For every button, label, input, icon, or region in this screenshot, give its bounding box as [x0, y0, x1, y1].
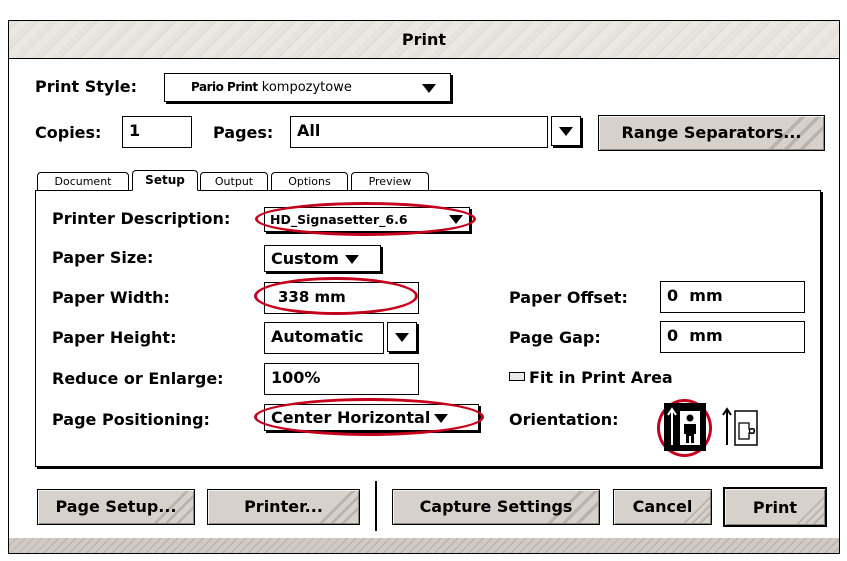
- tab-output[interactable]: Output: [200, 172, 268, 191]
- paper-height-label: Paper Height:: [52, 328, 177, 347]
- dialog-title: Print: [401, 30, 447, 49]
- tab-document[interactable]: Document: [37, 172, 129, 191]
- paper-height-dropdown-button[interactable]: [387, 322, 417, 352]
- page-setup-button[interactable]: Page Setup...: [37, 489, 195, 525]
- paper-size-select[interactable]: Custom: [264, 245, 381, 272]
- fit-in-print-area-label: Fit in Print Area: [529, 368, 673, 387]
- landscape-orientation-icon: [722, 407, 758, 446]
- page-positioning-label: Page Positioning:: [52, 410, 210, 429]
- bottom-edge-bar: [9, 538, 839, 553]
- orientation-label: Orientation:: [509, 410, 619, 429]
- chevron-down-icon: [344, 255, 359, 264]
- print-style-value-rest: kompozytowe: [257, 80, 352, 95]
- fit-in-print-area-checkbox[interactable]: [509, 372, 525, 381]
- paper-size-value: Custom: [271, 249, 339, 268]
- paper-offset-field[interactable]: 0 mm: [660, 281, 805, 313]
- print-style-value-bold: Pario Print: [191, 80, 258, 94]
- orientation-landscape-button[interactable]: [721, 405, 761, 449]
- cancel-button[interactable]: Cancel: [613, 489, 712, 525]
- print-style-label: Print Style:: [35, 77, 138, 96]
- tab-options[interactable]: Options: [271, 172, 348, 191]
- button-separator: [375, 481, 377, 531]
- pages-label: Pages:: [213, 123, 274, 142]
- print-button[interactable]: Print: [723, 487, 827, 527]
- orientation-portrait-button[interactable]: [664, 403, 706, 451]
- tab-preview[interactable]: Preview: [351, 172, 429, 191]
- page-gap-label: Page Gap:: [509, 328, 601, 347]
- chevron-down-icon: [422, 84, 436, 93]
- paper-offset-label: Paper Offset:: [509, 288, 628, 307]
- pages-dropdown-button[interactable]: [551, 116, 581, 146]
- chevron-down-icon: [559, 126, 573, 136]
- range-separators-button[interactable]: Range Separators...: [598, 115, 825, 151]
- tab-setup[interactable]: Setup: [132, 170, 198, 191]
- paper-size-label: Paper Size:: [52, 248, 154, 267]
- portrait-orientation-icon: [667, 407, 700, 445]
- paper-width-highlight: [254, 277, 418, 315]
- copies-field[interactable]: 1: [122, 116, 192, 148]
- paper-width-label: Paper Width:: [52, 288, 170, 307]
- copies-label: Copies:: [35, 123, 102, 142]
- reduce-enlarge-label: Reduce or Enlarge:: [52, 369, 224, 388]
- printer-button[interactable]: Printer...: [207, 489, 360, 525]
- pages-field[interactable]: All: [290, 116, 548, 148]
- print-style-select[interactable]: Pario Print kompozytowe: [164, 73, 451, 102]
- page-positioning-highlight: [254, 398, 484, 436]
- capture-settings-button[interactable]: Capture Settings: [392, 489, 600, 525]
- reduce-enlarge-field[interactable]: 100%: [264, 363, 419, 395]
- chevron-down-icon: [395, 332, 409, 342]
- paper-height-field[interactable]: Automatic: [264, 322, 384, 354]
- printer-description-label: Printer Description:: [52, 209, 231, 228]
- page-gap-field[interactable]: 0 mm: [660, 321, 805, 353]
- printer-description-highlight: [255, 202, 476, 236]
